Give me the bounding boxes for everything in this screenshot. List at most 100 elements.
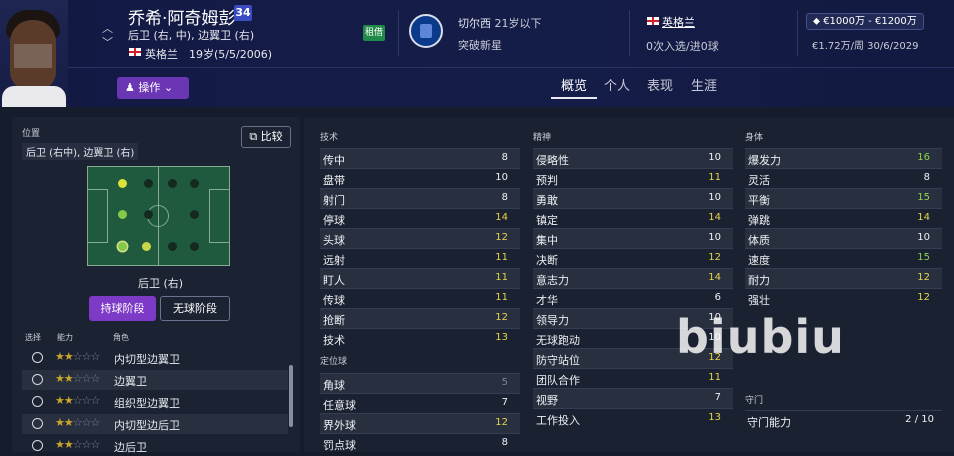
- attribute-value: 10: [708, 152, 721, 163]
- attribute-name: 盘带: [323, 174, 345, 187]
- radio-icon[interactable]: [32, 352, 43, 363]
- attribute-name: 盯人: [323, 274, 345, 287]
- attribute-row[interactable]: 抢断 12: [320, 308, 520, 328]
- attribute-value: 7: [501, 397, 508, 408]
- attribute-row[interactable]: 预判 11: [533, 168, 733, 188]
- attribute-row[interactable]: 头球 12: [320, 228, 520, 248]
- role-name: 内切型边翼卫: [114, 353, 180, 366]
- position-dot[interactable]: [144, 210, 153, 219]
- squad-number-badge: 34: [234, 5, 252, 21]
- attribute-row[interactable]: 决断 12: [533, 248, 733, 268]
- club-name[interactable]: 切尔西: [458, 17, 491, 30]
- attribute-row[interactable]: 视野 7: [533, 388, 733, 408]
- role-row[interactable]: ★★☆☆☆ 组织型边翼卫: [22, 392, 288, 412]
- position-dot[interactable]: [190, 242, 199, 251]
- role-row[interactable]: ★★☆☆☆ 边后卫: [22, 436, 288, 456]
- position-dot[interactable]: [118, 210, 127, 219]
- attribute-value: 8: [501, 437, 508, 448]
- position-dot[interactable]: [168, 179, 177, 188]
- attribute-name: 强壮: [748, 294, 770, 307]
- attribute-name: 罚点球: [323, 439, 356, 452]
- attribute-row[interactable]: 勇敢 10: [533, 188, 733, 208]
- attribute-row[interactable]: 镇定 14: [533, 208, 733, 228]
- attribute-row[interactable]: 罚点球 8: [320, 433, 520, 453]
- attribute-row[interactable]: 射门 8: [320, 188, 520, 208]
- role-list-scrollbar[interactable]: [289, 365, 293, 427]
- player-nationality: 英格兰: [145, 48, 178, 61]
- attribute-row[interactable]: 强壮 12: [745, 288, 942, 308]
- national-team-link[interactable]: 英格兰: [662, 14, 695, 30]
- position-dot[interactable]: [118, 242, 127, 251]
- attribute-row[interactable]: 速度 15: [745, 248, 942, 268]
- attribute-row[interactable]: 任意球 7: [320, 393, 520, 413]
- player-positions: 后卫 (右, 中), 边翼卫 (右): [128, 29, 255, 42]
- attribute-row[interactable]: 技术 13: [320, 328, 520, 348]
- attribute-row[interactable]: 才华 6: [533, 288, 733, 308]
- england-flag-icon: [647, 17, 659, 25]
- tab-performance[interactable]: 表现: [647, 75, 673, 94]
- attribute-value: 13: [708, 412, 721, 423]
- role-column-header: 角色: [113, 333, 129, 342]
- attribute-row[interactable]: 团队合作 11: [533, 368, 733, 388]
- position-dot[interactable]: [142, 242, 151, 251]
- attribute-row[interactable]: 盘带 10: [320, 168, 520, 188]
- attribute-row[interactable]: 耐力 12: [745, 268, 942, 288]
- tab-career[interactable]: 生涯: [691, 75, 717, 94]
- position-dot[interactable]: [190, 179, 199, 188]
- out-of-possession-tab[interactable]: 无球阶段: [160, 296, 230, 321]
- mental-heading: 精神: [533, 133, 552, 143]
- radio-icon[interactable]: [32, 418, 43, 429]
- position-dot[interactable]: [144, 179, 153, 188]
- attribute-name: 传中: [323, 154, 345, 167]
- transfer-value-box[interactable]: ⬥ €1000万 - €1200万: [806, 13, 924, 30]
- role-row[interactable]: ★★☆☆☆ 内切型边后卫: [22, 414, 288, 434]
- attribute-row[interactable]: 远射 11: [320, 248, 520, 268]
- attribute-name: 勇敢: [536, 194, 558, 207]
- attribute-row[interactable]: 灵活 8: [745, 168, 942, 188]
- attribute-name: 爆发力: [748, 154, 781, 167]
- club-link[interactable]: 切尔西 21岁以下: [458, 15, 542, 31]
- tab-personal[interactable]: 个人: [604, 75, 630, 94]
- attribute-row[interactable]: 工作投入 13: [533, 408, 733, 428]
- attribute-row[interactable]: 停球 14: [320, 208, 520, 228]
- role-name: 组织型边翼卫: [114, 397, 180, 410]
- compare-icon: ⧉: [249, 130, 261, 143]
- goalkeeping-ability-value: 2 / 10: [905, 414, 934, 425]
- attribute-value: 5: [501, 377, 508, 388]
- technical-heading: 技术: [320, 133, 339, 143]
- radio-icon[interactable]: [32, 440, 43, 451]
- position-dot[interactable]: [118, 179, 127, 188]
- attribute-row[interactable]: 传球 11: [320, 288, 520, 308]
- attribute-row[interactable]: 界外球 12: [320, 413, 520, 433]
- position-dot[interactable]: [168, 242, 177, 251]
- next-player-arrow-icon[interactable]: ﹀: [102, 34, 113, 50]
- england-flag-icon: [129, 48, 141, 56]
- attribute-value: 11: [495, 252, 508, 263]
- attribute-row[interactable]: 传中 8: [320, 148, 520, 168]
- attribute-row[interactable]: 盯人 11: [320, 268, 520, 288]
- attribute-value: 11: [708, 372, 721, 383]
- attribute-row[interactable]: 爆发力 16: [745, 148, 942, 168]
- actions-button[interactable]: ♟ 操作 ⌄: [117, 77, 189, 99]
- club-crest-icon[interactable]: [409, 14, 443, 48]
- attribute-value: 14: [708, 272, 721, 283]
- radio-icon[interactable]: [32, 396, 43, 407]
- role-row[interactable]: ★★☆☆☆ 内切型边翼卫: [22, 348, 288, 368]
- player-age: 19岁(5/5/2006): [189, 48, 272, 61]
- radio-icon[interactable]: [32, 374, 43, 385]
- attribute-row[interactable]: 角球 5: [320, 373, 520, 393]
- player-photo: [0, 0, 68, 107]
- role-row[interactable]: ★★☆☆☆ 边翼卫: [22, 370, 288, 390]
- attribute-row[interactable]: 平衡 15: [745, 188, 942, 208]
- compare-button[interactable]: ⧉ 比较: [241, 126, 291, 148]
- attribute-row[interactable]: 侵略性 10: [533, 148, 733, 168]
- attribute-row[interactable]: 集中 10: [533, 228, 733, 248]
- position-dot[interactable]: [190, 210, 199, 219]
- tab-overview[interactable]: 概览: [561, 75, 587, 94]
- actions-label: 操作: [138, 81, 161, 94]
- attribute-row[interactable]: 意志力 14: [533, 268, 733, 288]
- technical-attributes: 传中 8 盘带 10 射门 8 停球 14 头球 12 远射 11 盯人 11 传球 11 抢断 12 技术 13: [320, 148, 520, 348]
- in-possession-tab[interactable]: 持球阶段: [89, 296, 156, 321]
- attribute-row[interactable]: 体质 10: [745, 228, 942, 248]
- attribute-row[interactable]: 弹跳 14: [745, 208, 942, 228]
